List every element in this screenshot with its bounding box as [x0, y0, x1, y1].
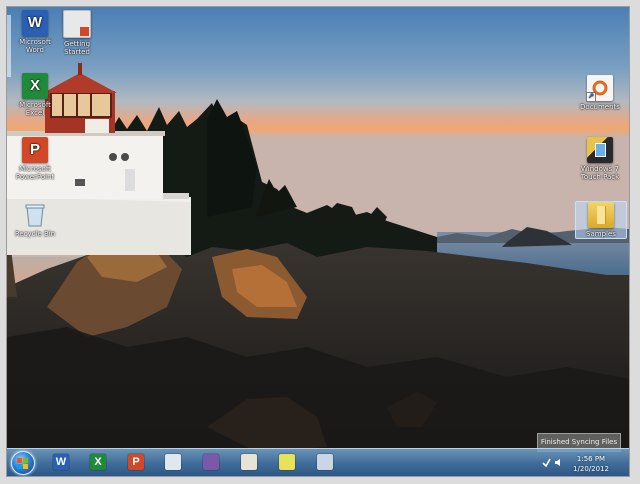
desktop-icon-recycle-bin[interactable]: Recycle Bin	[10, 202, 60, 238]
taskbar-button-media-center[interactable]	[200, 452, 222, 472]
clock-date: 1/20/2012	[573, 465, 609, 473]
powerpoint-icon: P	[22, 137, 48, 163]
shortcut-arrow-icon: ↗	[586, 92, 596, 102]
clock-time: 1:56 PM	[576, 455, 606, 463]
desktop-wallpaper	[7, 7, 629, 476]
desktop-icon-samples[interactable]: Samples	[575, 201, 627, 239]
paint-icon	[241, 454, 257, 470]
powerpoint-icon: P	[128, 454, 144, 470]
desktop-icon-touch-pack[interactable]: Windows 7 Touch Pack	[575, 137, 625, 181]
excel-icon: X	[90, 454, 106, 470]
taskbar-button-powerpoint[interactable]: P	[125, 452, 147, 472]
desktop-icon-excel[interactable]: X Microsoft Excel	[10, 73, 60, 117]
desktop-icon-label: Samples	[586, 230, 616, 238]
touch-pack-icon	[587, 137, 613, 163]
taskbar-button-word[interactable]: W	[50, 452, 72, 472]
taskbar-button-sticky-notes[interactable]	[276, 452, 298, 472]
desktop-icon-label: Microsoft Excel	[19, 101, 51, 117]
volume-icon[interactable]	[554, 458, 563, 467]
taskbar: W X P 1:56 PM 1/20/2012	[7, 448, 629, 476]
clock[interactable]: 1:56 PM 1/20/2012	[569, 454, 613, 474]
desktop-icon-label: Getting Started	[63, 40, 91, 56]
sticky-notes-icon	[279, 454, 295, 470]
taskbar-button-calculator[interactable]	[314, 452, 336, 472]
calculator-icon	[317, 454, 333, 470]
desktop-icon-getting-started[interactable]: Getting Started	[52, 10, 102, 56]
recycle-bin-icon	[22, 202, 48, 228]
word-icon: W	[53, 454, 69, 470]
word-icon: W	[22, 10, 48, 36]
desktop-screen: W Microsoft Word Getting Started X Microsoft…	[6, 6, 630, 477]
desktop-icon-documents[interactable]: ↗ Documents	[575, 75, 625, 111]
folder-icon	[588, 202, 614, 228]
taskbar-button-paint[interactable]	[238, 452, 260, 472]
pen-icon	[165, 454, 181, 470]
desktop-icon-label: Recycle Bin	[14, 230, 56, 238]
media-icon	[203, 454, 219, 470]
taskbar-button-notes[interactable]	[162, 452, 184, 472]
action-center-icon[interactable]	[542, 458, 551, 467]
start-button[interactable]	[11, 451, 35, 475]
desktop-icon-powerpoint[interactable]: P Microsoft PowerPoint	[10, 137, 60, 181]
taskbar-button-excel[interactable]: X	[87, 452, 109, 472]
excel-icon: X	[22, 73, 48, 99]
getting-started-icon	[63, 10, 91, 38]
desktop-icon-label: Windows 7 Touch Pack	[580, 165, 620, 181]
desktop-icon-label: Documents	[580, 103, 620, 111]
desktop-icon-label: Microsoft PowerPoint	[15, 165, 55, 181]
documents-icon: ↗	[586, 75, 613, 102]
